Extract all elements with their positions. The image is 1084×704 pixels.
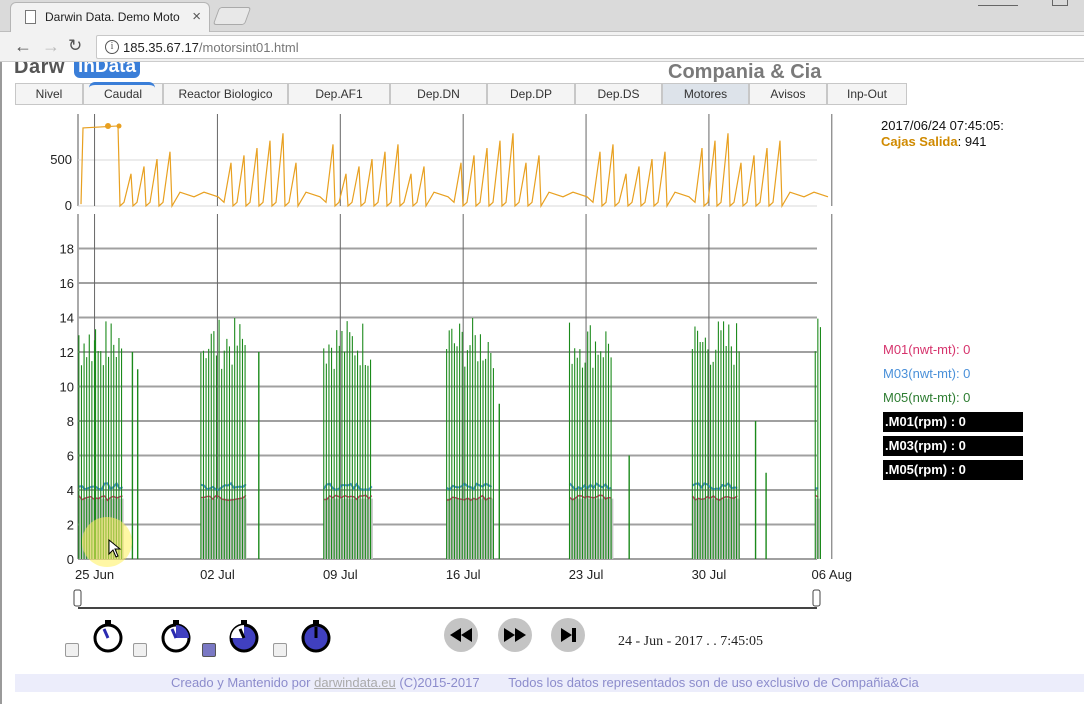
stopwatch-icon[interactable] [90,618,126,654]
current-date: 24 - Jun - 2017 . . 7:45:05 [618,634,764,649]
x-axis: 25 Jun 02 Jul 09 Jul 16 Jul 23 Jul 30 Jul 06 A… [75,567,852,582]
top-y-tick-label: 500 [50,152,72,167]
legend-m03[interactable]: M03(nwt-mt): 0 [883,366,970,381]
tab-title: Darwin Data. Demo Moto [45,10,180,24]
rewind-icon [450,628,472,642]
series-m03 [322,482,373,491]
x-tick-label: 09 Jul [323,567,358,582]
footer: Creado y Mantenido por darwindata.eu (C)… [15,674,1084,692]
x-tick-label: 06 Aug [812,567,853,582]
rpm-m05: .M05(rpm) : 0 [883,460,1023,480]
rewind-button[interactable] [444,618,478,652]
brush-handle-left [73,589,82,607]
readout-timestamp: 2017/06/24 07:45:05: [881,118,1004,133]
address-bar: ← → ↻ i 185.35.67.17/motorsint01.html [0,32,1084,62]
legend-m01[interactable]: M01(nwt-mt): 0 [883,342,970,357]
bottom-y-tick-label: 16 [60,276,74,291]
new-tab-button[interactable] [212,7,252,25]
url-path: /motorsint01.html [198,40,299,55]
url-input[interactable]: i 185.35.67.17/motorsint01.html [96,35,1084,59]
cursor-highlight [82,517,132,567]
fast-forward-icon [504,628,526,642]
checkbox-1[interactable] [65,643,79,657]
skip-end-button[interactable] [551,618,585,652]
time-brush [73,589,821,609]
skip-end-icon [561,628,576,642]
series-m03 [200,482,247,491]
browser-tab[interactable]: Darwin Data. Demo Moto × [10,2,210,32]
top-y-tick-label: 0 [65,198,72,213]
x-tick-label: 25 Jun [75,567,114,582]
x-tick-label: 16 Jul [446,567,481,582]
url-host: 185.35.67.17 [123,40,199,55]
cajas-label: Cajas Salida [881,134,958,149]
footer-prefix: Creado y Mantenido por [171,675,315,690]
x-tick-label: 23 Jul [569,567,604,582]
footer-suffix: (C)2015-2017 Todos los datos representad… [395,675,919,690]
checkbox-2[interactable] [133,643,147,657]
forward-icon[interactable]: → [42,36,60,57]
series-m03 [691,481,738,491]
fast-forward-button[interactable] [498,618,532,652]
info-icon[interactable]: i [105,40,119,54]
bottom-y-tick-label: 4 [67,483,74,498]
bottom-y-tick-label: 0 [67,552,74,567]
brush-handle-right [812,589,821,607]
browser-tab-bar: Darwin Data. Demo Moto × [0,0,1084,32]
cajas-line [80,125,829,209]
motors-chart-main: 0 2 4 6 8 10 12 14 16 18 [60,214,833,567]
cajas-value: : 941 [957,134,987,149]
maximize-icon[interactable] [1052,0,1068,6]
bottom-y-tick-label: 10 [60,380,74,395]
bottom-y-tick-label: 8 [67,414,74,429]
rpm-m01: .M01(rpm) : 0 [883,412,1023,432]
bottom-y-tick-label: 2 [67,518,74,533]
bottom-y-tick-label: 12 [60,345,74,360]
page-content: Darw inData Compania & Cia Nivel Caudal … [0,62,1084,704]
page-icon [25,10,36,24]
cajas-marker [105,122,111,129]
back-icon[interactable]: ← [14,36,32,57]
bottom-y-tick-label: 14 [60,311,74,326]
x-tick-label: 02 Jul [200,567,235,582]
reload-icon[interactable]: ↻ [68,36,82,56]
motors-chart[interactable]: 0 500 0 2 4 6 8 10 12 14 16 18 25 Jun 02 Jul 09 Jul 1… [2,62,1084,704]
stopwatch-icon[interactable] [158,618,194,654]
legend-m05[interactable]: M05(nwt-mt): 0 [883,390,970,405]
cajas-marker [116,123,122,129]
readout-cajas: Cajas Salida: 941 [881,134,987,149]
bottom-y-tick-label: 6 [67,449,74,464]
rpm-m03: .M03(rpm) : 0 [883,436,1023,456]
bottom-y-tick-label: 18 [60,242,74,257]
minimize-icon[interactable] [978,0,1018,6]
cajas-chart: 0 500 [50,114,833,213]
stopwatch-icon[interactable] [226,618,262,654]
x-tick-label: 30 Jul [692,567,727,582]
mouse-cursor-icon [108,539,122,558]
footer-link[interactable]: darwindata.eu [314,675,396,690]
checkbox-3[interactable] [202,643,216,657]
activity-area [569,498,614,559]
stopwatch-icon[interactable] [298,618,334,654]
checkbox-4[interactable] [273,643,287,657]
series-m03 [446,482,493,492]
close-icon[interactable]: × [192,8,201,25]
